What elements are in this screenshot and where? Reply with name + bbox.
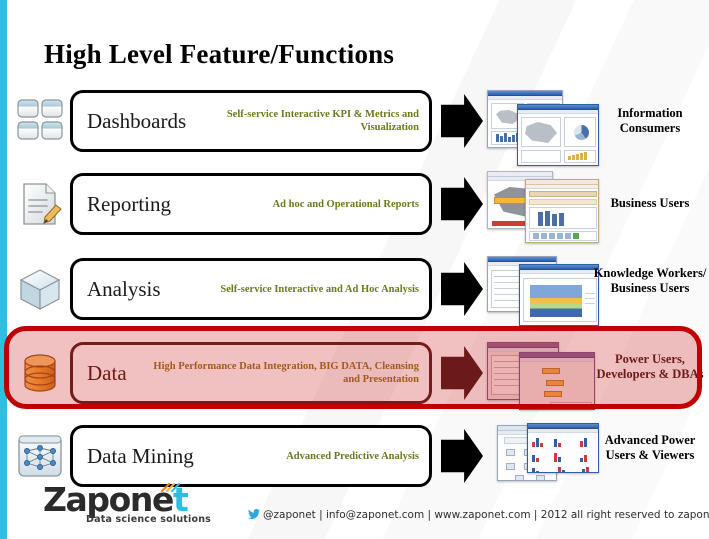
feature-capsule-data[interactable]: Data High Performance Data Integration, … — [70, 342, 432, 404]
slide-footer: Zaponet Data science solutions @zaponet … — [0, 481, 709, 539]
feature-row-reporting: Reporting Ad hoc and Operational Reports — [0, 171, 709, 251]
olap-cube-icon — [15, 264, 65, 314]
feature-title: Analysis — [87, 276, 161, 301]
footer-meta-text: @zaponet | info@zaponet.com | www.zapone… — [263, 509, 709, 521]
thumbnail-window — [519, 352, 595, 410]
flow-arrow-icon — [441, 346, 483, 400]
flow-arrow-icon — [441, 429, 483, 483]
database-cylinder-icon — [15, 348, 65, 398]
flow-arrow-icon — [441, 94, 483, 148]
screenshot-thumbnails-reporting — [487, 171, 599, 251]
feature-row-dashboards: Dashboards Self-service Interactive KPI … — [0, 88, 709, 168]
logo-tagline: Data science solutions — [86, 514, 212, 525]
feature-description: Self-service Interactive KPI & Metrics a… — [226, 109, 419, 133]
feature-capsule-data-mining[interactable]: Data Mining Advanced Predictive Analysis — [70, 425, 432, 487]
flow-arrow-icon — [441, 177, 483, 231]
feature-description: Self-service Interactive and Ad Hoc Anal… — [220, 283, 419, 295]
persona-label: Advanced Power Users & Viewers — [604, 433, 696, 462]
feature-capsule-dashboards[interactable]: Dashboards Self-service Interactive KPI … — [70, 90, 432, 152]
persona-label: Information Consumers — [617, 106, 683, 135]
feature-title: Reporting — [87, 191, 171, 216]
feature-row-data: Data High Performance Data Integration, … — [0, 340, 709, 420]
thumbnail-window — [519, 264, 599, 326]
feature-description: Ad hoc and Operational Reports — [272, 198, 419, 210]
feature-title: Dashboards — [87, 108, 187, 133]
screenshot-thumbnails-data — [487, 340, 599, 420]
feature-title: Data — [87, 360, 127, 385]
footer-contact-line: @zaponet | info@zaponet.com | www.zapone… — [248, 509, 709, 521]
slide-canvas: High Level Feature/Functions Dashboards … — [0, 0, 709, 539]
feature-description: High Performance Data Integration, BIG D… — [153, 361, 419, 385]
logo-swoosh-icon — [161, 483, 180, 492]
thumbnail-window — [527, 423, 599, 473]
screenshot-thumbnails-analysis — [487, 256, 599, 336]
persona-label: Power Users, Developers & DBAs — [596, 352, 704, 381]
thumbnail-window — [517, 104, 599, 166]
flow-arrow-icon — [441, 262, 483, 316]
screenshot-thumbnails-dashboards — [487, 88, 599, 168]
feature-capsule-analysis[interactable]: Analysis Self-service Interactive and Ad… — [70, 258, 432, 320]
persona-label: Business Users — [610, 196, 690, 210]
twitter-bird-icon — [248, 509, 260, 519]
page-title: High Level Feature/Functions — [44, 39, 395, 69]
dashboard-tiles-icon — [15, 96, 65, 146]
feature-capsule-reporting[interactable]: Reporting Ad hoc and Operational Reports — [70, 173, 432, 235]
persona-label: Knowledge Workers/ Business Users — [593, 266, 707, 295]
feature-title: Data Mining — [87, 443, 194, 468]
feature-description: Advanced Predictive Analysis — [286, 450, 419, 462]
feature-row-analysis: Analysis Self-service Interactive and Ad… — [0, 256, 709, 336]
thumbnail-window — [525, 179, 599, 243]
report-document-pencil-icon — [15, 179, 65, 229]
neural-network-icon — [15, 431, 65, 481]
